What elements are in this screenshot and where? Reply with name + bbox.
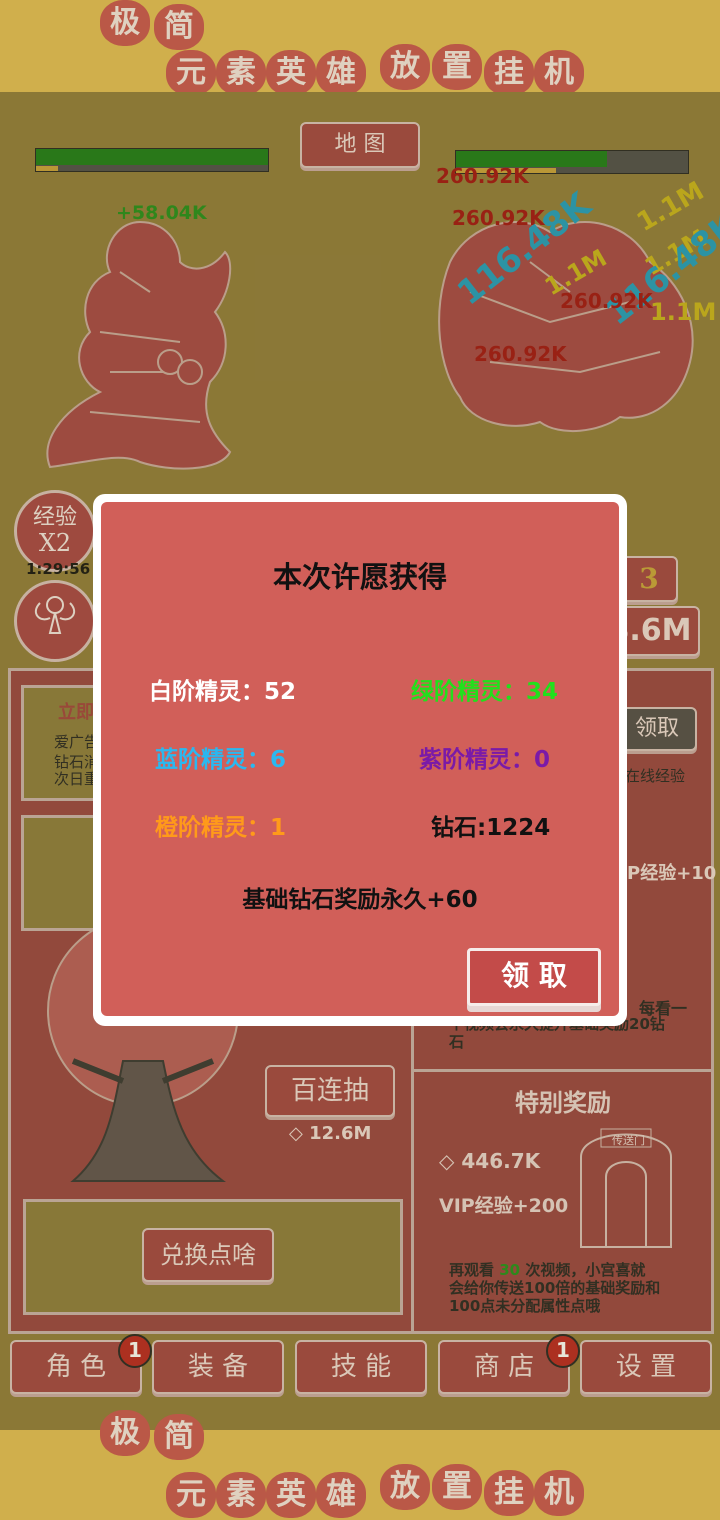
green-tier-reward: 绿阶精灵：34 [411, 679, 559, 705]
blue-tier-reward: 蓝阶精灵：6 [155, 747, 287, 773]
dialog-body: 本次许愿获得 白阶精灵：52 绿阶精灵：34 蓝阶精灵：6 紫阶精灵：0 橙阶精… [101, 502, 619, 1016]
diamond-reward: 钻石:1224 [431, 815, 551, 841]
purple-tier-reward: 紫阶精灵：0 [419, 747, 551, 773]
dialog-claim-button[interactable]: 领 取 [467, 948, 601, 1006]
bonus-text: 基础钻石奖励永久+60 [242, 887, 478, 913]
orange-tier-reward: 橙阶精灵：1 [155, 815, 287, 841]
white-tier-reward: 白阶精灵：52 [149, 679, 297, 705]
dialog-title: 本次许愿获得 [272, 560, 447, 594]
wish-result-dialog: 本次许愿获得 白阶精灵：52 绿阶精灵：34 蓝阶精灵：6 紫阶精灵：0 橙阶精… [93, 494, 627, 1026]
